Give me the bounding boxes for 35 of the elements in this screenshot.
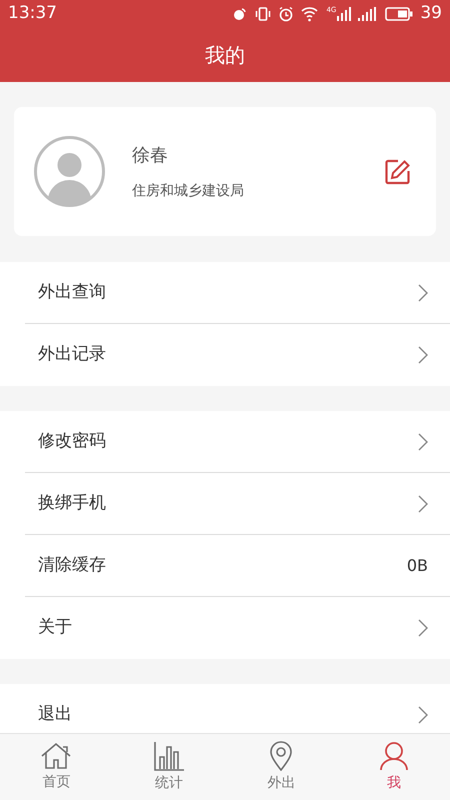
person-icon bbox=[378, 740, 409, 770]
menu-item[interactable]: 关于 bbox=[25, 597, 450, 659]
location-pin-icon bbox=[269, 740, 294, 770]
alarm-icon bbox=[278, 6, 294, 22]
bar-chart-icon bbox=[152, 740, 185, 770]
signal-icon bbox=[358, 7, 378, 21]
status-time: 13:37 bbox=[8, 2, 57, 26]
tab-item[interactable]: 首页 bbox=[0, 734, 112, 800]
cache-size-value: 0B bbox=[406, 554, 428, 576]
menu-item[interactable]: 退出 bbox=[25, 684, 450, 733]
vibrate-icon bbox=[255, 6, 272, 22]
menu-item[interactable]: 换绑手机 bbox=[25, 473, 450, 535]
battery-percentage: 39 bbox=[420, 2, 442, 26]
edit-icon[interactable] bbox=[384, 158, 412, 186]
menu-item[interactable]: 外出查询 bbox=[25, 262, 450, 324]
wifi-icon bbox=[301, 6, 320, 22]
battery-icon bbox=[385, 7, 414, 21]
chevron-right-icon bbox=[418, 619, 428, 637]
tab-item[interactable]: 我 bbox=[338, 734, 450, 800]
user-name: 徐春 bbox=[132, 144, 169, 168]
menu-item[interactable]: 清除缓存 0B bbox=[25, 535, 450, 597]
chevron-right-icon bbox=[418, 284, 428, 302]
tab-item[interactable]: 统计 bbox=[112, 734, 225, 800]
menu-item[interactable]: 修改密码 bbox=[25, 411, 450, 473]
chevron-right-icon bbox=[418, 494, 428, 512]
avatar-icon bbox=[34, 136, 105, 207]
user-department: 住房和城乡建设局 bbox=[132, 182, 245, 200]
home-icon bbox=[40, 742, 72, 770]
signal-icon bbox=[337, 7, 352, 21]
tab-item[interactable]: 外出 bbox=[225, 734, 338, 800]
chevron-right-icon bbox=[418, 346, 428, 364]
menu-item[interactable]: 外出记录 bbox=[25, 324, 450, 386]
chevron-right-icon bbox=[418, 706, 428, 724]
chevron-right-icon bbox=[418, 432, 428, 450]
page-title: 我的 bbox=[205, 42, 245, 69]
